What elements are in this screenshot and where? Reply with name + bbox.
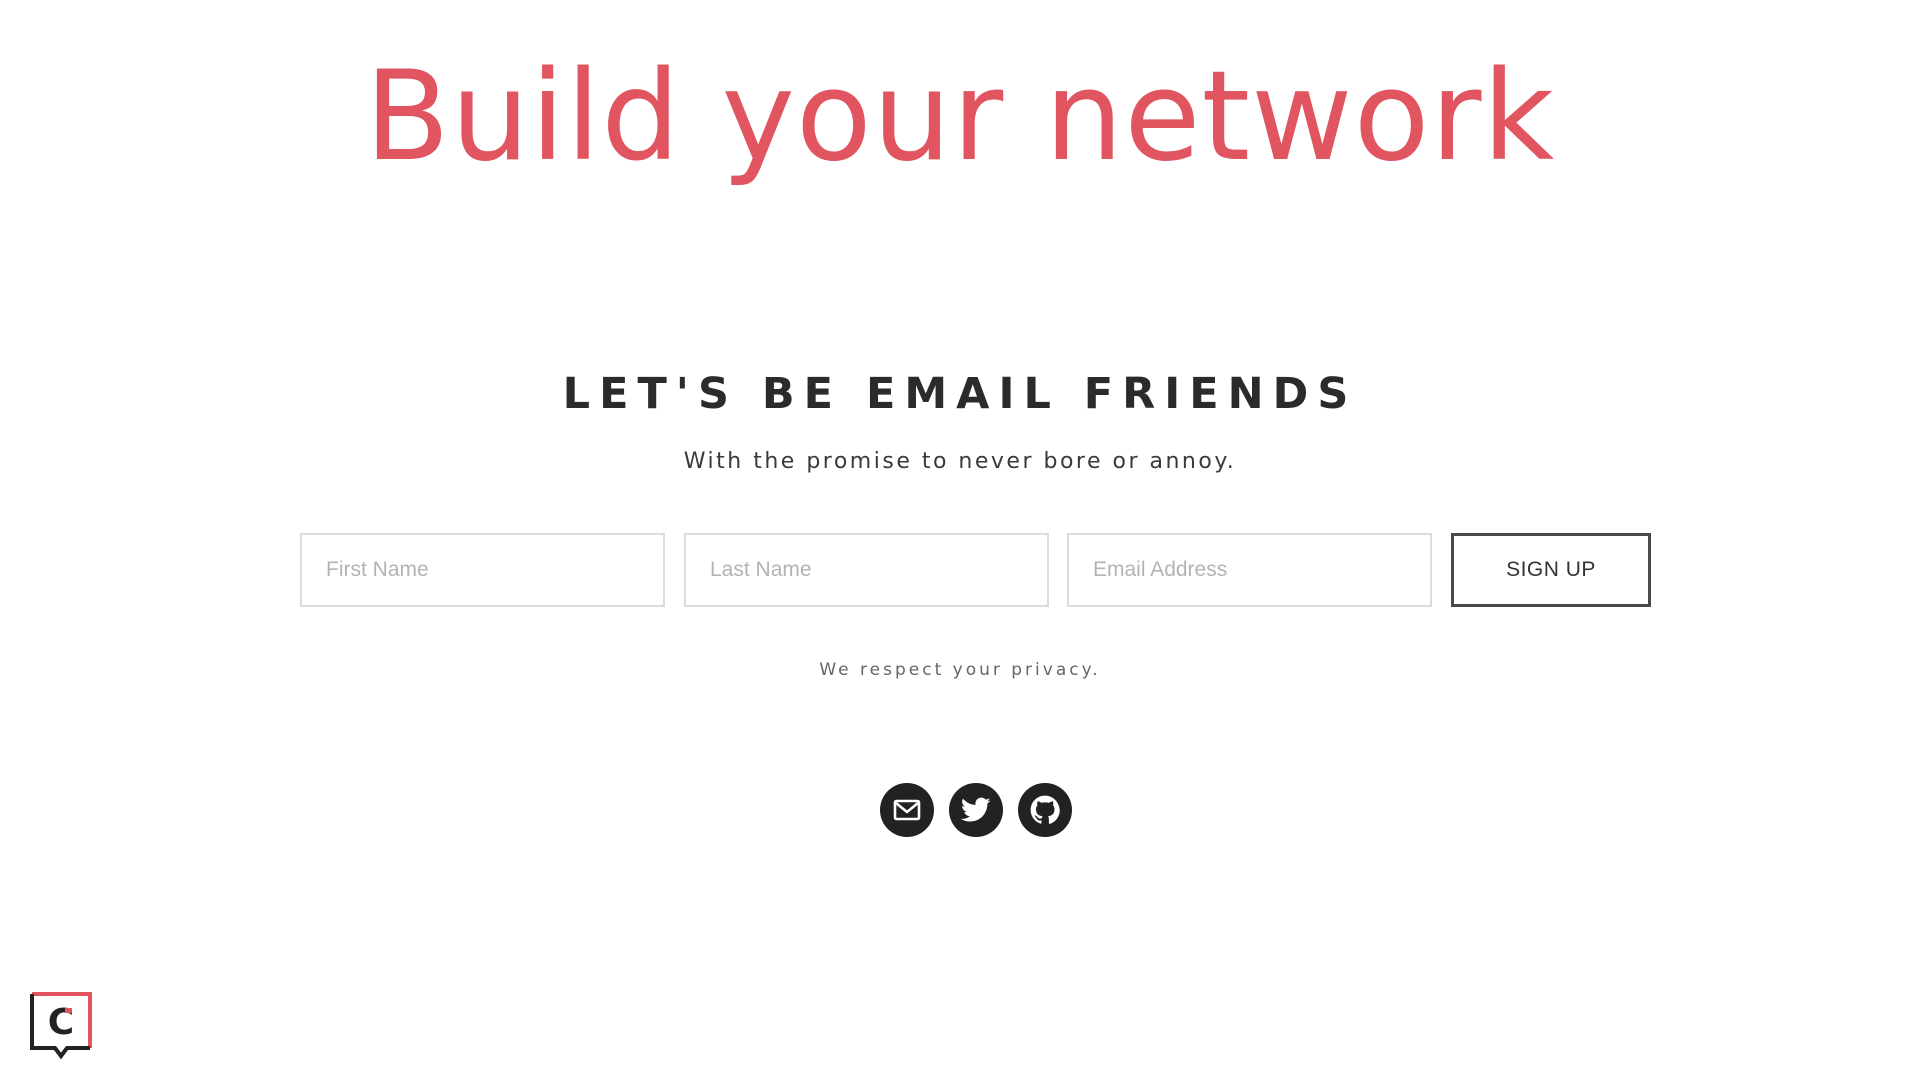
newsletter-heading: LET'S BE EMAIL FRIENDS	[562, 369, 1358, 419]
newsletter-signup-form: SIGN UP	[300, 533, 1651, 607]
github-social-link[interactable]	[1018, 783, 1072, 837]
page: Build your network LET'S BE EMAIL FRIEND…	[0, 0, 1920, 1080]
mail-icon	[893, 799, 921, 821]
last-name-input[interactable]	[684, 533, 1049, 607]
email-social-link[interactable]	[880, 783, 934, 837]
twitter-social-link[interactable]	[949, 783, 1003, 837]
sign-up-button[interactable]: SIGN UP	[1451, 533, 1651, 607]
newsletter-subheading: With the promise to never bore or annoy.	[683, 449, 1237, 474]
email-address-input[interactable]	[1067, 533, 1432, 607]
social-links	[880, 783, 1072, 837]
first-name-input[interactable]	[300, 533, 665, 607]
twitter-icon	[961, 797, 991, 822]
brand-logo[interactable]: C	[28, 990, 94, 1064]
privacy-note: We respect your privacy.	[819, 660, 1101, 680]
hero-title: Build your network	[364, 45, 1556, 189]
github-icon	[1030, 795, 1060, 824]
c-logo-icon: C	[30, 992, 92, 1060]
